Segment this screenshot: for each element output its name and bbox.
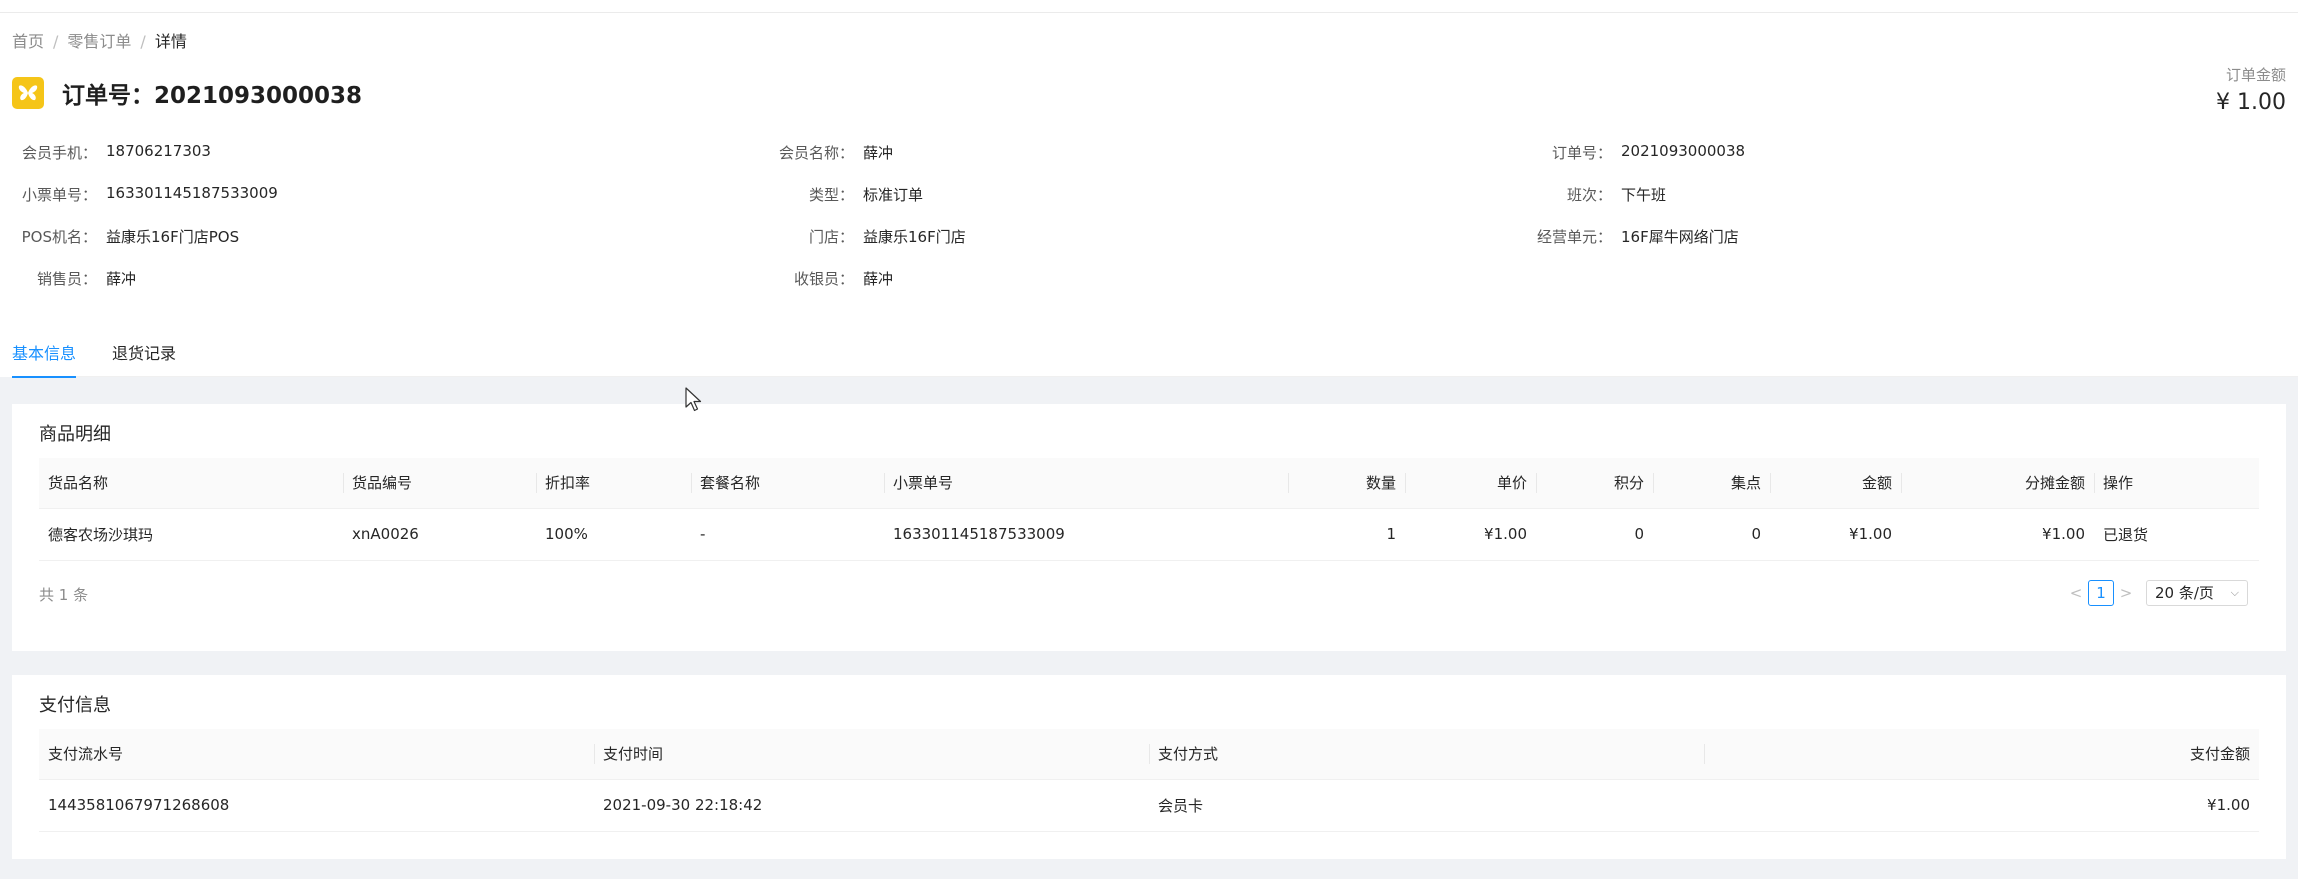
desc-label: POS机名： (21, 228, 97, 246)
goods-table: 货品名称 货品编号 折扣率 套餐名称 小票单号 数量 单价 积分 集点 金额 分… (39, 458, 2259, 561)
page-1-button[interactable]: 1 (2088, 580, 2114, 606)
tab-return-records[interactable]: 退货记录 (112, 338, 176, 377)
desc-label: 会员手机： (21, 144, 97, 162)
payment-table: 支付流水号 支付时间 支付方式 支付金额 1443581067971268608… (39, 729, 2259, 832)
mouse-cursor-icon (685, 387, 702, 412)
cell-stamps: 0 (1653, 508, 1770, 561)
col-discount: 折扣率 (536, 458, 691, 509)
cell-payment-time: 2021-09-30 22:18:42 (594, 779, 1149, 832)
desc-value: 16F犀牛网络门店 (1621, 228, 1739, 246)
cell-payment-serial: 1443581067971268608 (39, 779, 594, 832)
col-goods-code: 货品编号 (343, 458, 536, 509)
payment-title: 支付信息 (39, 695, 111, 716)
detail-tabs: 基本信息 退货记录 (12, 338, 2298, 378)
table-row: 德客农场沙琪玛 xnA0026 100% - 16330114518753300… (39, 508, 2259, 561)
cell-payment-method: 会员卡 (1149, 779, 1704, 832)
cell-receipt-no: 163301145187533009 (884, 508, 1288, 561)
desc-label: 销售员： (36, 270, 97, 288)
goods-title: 商品明细 (39, 424, 111, 445)
cell-points: 0 (1536, 508, 1653, 561)
breadcrumb: 首页 / 零售订单 / 详情 (12, 28, 187, 52)
col-unit-price: 单价 (1405, 458, 1536, 509)
desc-row: 会员手机： 18706217303 会员名称： 薛冲 订单号： 20210930… (0, 142, 2298, 164)
col-goods-name: 货品名称 (39, 458, 343, 509)
payment-header-row: 支付流水号 支付时间 支付方式 支付金额 (39, 729, 2259, 780)
desc-value: 标准订单 (863, 186, 924, 204)
col-amount: 金额 (1770, 458, 1901, 509)
page-title: 订单号：2021093000038 (62, 83, 363, 109)
breadcrumb-home[interactable]: 首页 (12, 32, 44, 51)
desc-label: 门店： (808, 228, 854, 246)
goods-header-row: 货品名称 货品编号 折扣率 套餐名称 小票单号 数量 单价 积分 集点 金额 分… (39, 458, 2259, 509)
breadcrumb-separator: / (53, 32, 59, 51)
total-count: 共 1 条 (39, 586, 89, 604)
order-amount-value: ¥ 1.00 (2216, 90, 2286, 115)
cell-unit-price: ¥1.00 (1405, 508, 1536, 561)
desc-value: 下午班 (1621, 186, 1667, 204)
desc-label: 小票单号： (21, 186, 97, 204)
desc-row: 小票单号： 163301145187533009 类型： 标准订单 班次： 下午… (0, 184, 2298, 206)
title-row: 订单号：2021093000038 (12, 76, 362, 110)
desc-label: 班次： (1566, 186, 1612, 204)
cell-discount: 100% (536, 508, 691, 561)
col-payment-amount: 支付金额 (1704, 729, 2259, 780)
cell-goods-code: xnA0026 (343, 508, 536, 561)
payment-card: 支付信息 支付流水号 支付时间 支付方式 支付金额 14435810679712… (12, 675, 2286, 859)
desc-label: 经营单元： (1536, 228, 1612, 246)
desc-label: 会员名称： (778, 144, 854, 162)
col-operation: 操作 (2094, 458, 2259, 509)
tab-basic-info[interactable]: 基本信息 (12, 338, 77, 378)
col-quantity: 数量 (1288, 458, 1405, 509)
table-row: 1443581067971268608 2021-09-30 22:18:42 … (39, 779, 2259, 832)
desc-label: 类型： (808, 186, 854, 204)
desc-value: 163301145187533009 (106, 184, 278, 202)
col-allocated-amount: 分摊金额 (1901, 458, 2094, 509)
col-payment-serial: 支付流水号 (39, 729, 594, 780)
next-page-button[interactable]: > (2114, 584, 2138, 602)
cell-goods-name: 德客农场沙琪玛 (39, 508, 343, 561)
desc-value: 薛冲 (863, 270, 894, 288)
cell-package: - (691, 508, 884, 561)
order-amount: 订单金额 ¥ 1.00 (2216, 64, 2286, 115)
col-receipt-no: 小票单号 (884, 458, 1288, 509)
cell-allocated-amount: ¥1.00 (1901, 508, 2094, 561)
desc-value: 薛冲 (106, 270, 137, 288)
butterfly-icon (12, 77, 44, 109)
goods-card: 商品明细 货品名称 货品编号 折扣率 套餐名称 小票单号 数量 单价 积分 集点… (12, 404, 2286, 651)
col-package: 套餐名称 (691, 458, 884, 509)
breadcrumb-list[interactable]: 零售订单 (67, 32, 131, 51)
cell-quantity: 1 (1288, 508, 1405, 561)
order-amount-label: 订单金额 (2225, 66, 2286, 84)
prev-page-button[interactable]: < (2064, 584, 2088, 602)
col-payment-method: 支付方式 (1149, 729, 1704, 780)
desc-label: 收银员： (793, 270, 854, 288)
breadcrumb-current: 详情 (154, 32, 187, 51)
breadcrumb-separator: / (140, 32, 146, 51)
desc-value: 益康乐16F门店 (863, 228, 966, 246)
desc-row: 销售员： 薛冲 收银员： 薛冲 (0, 268, 2298, 290)
order-header-card: 首页 / 零售订单 / 详情 订单号：2021093000038 订单金额 ¥ 1.00… (0, 0, 2298, 378)
col-stamps: 集点 (1653, 458, 1770, 509)
page-size-select[interactable]: 20 条/页 ⌵ (2146, 580, 2248, 606)
desc-label: 订单号： (1551, 144, 1612, 162)
desc-row: POS机名： 益康乐16F门店POS 门店： 益康乐16F门店 经营单元： 16… (0, 226, 2298, 248)
desc-value: 2021093000038 (1621, 142, 1746, 160)
cell-operation: 已退货 (2094, 508, 2259, 561)
pagination: < 1 > 20 条/页 ⌵ (2064, 580, 2248, 606)
top-bar (0, 0, 2298, 13)
chevron-down-icon: ⌵ (2230, 586, 2239, 599)
desc-value: 益康乐16F门店POS (106, 228, 240, 246)
cell-amount: ¥1.00 (1770, 508, 1901, 561)
col-points: 积分 (1536, 458, 1653, 509)
cell-payment-amount: ¥1.00 (1704, 779, 2259, 832)
page-size-value: 20 条/页 (2155, 584, 2214, 602)
col-payment-time: 支付时间 (594, 729, 1149, 780)
desc-value: 薛冲 (863, 144, 894, 162)
desc-value: 18706217303 (106, 142, 211, 160)
